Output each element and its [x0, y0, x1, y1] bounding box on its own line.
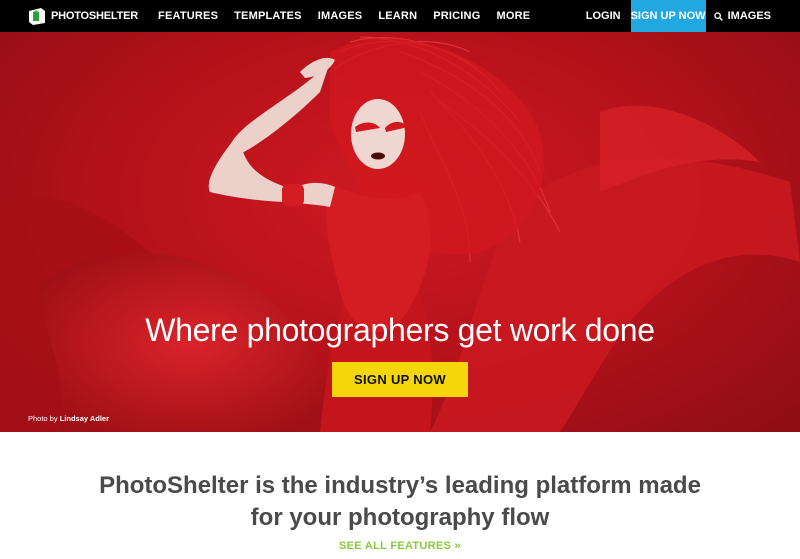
image-search-label: IMAGES: [727, 10, 771, 22]
login-link[interactable]: LOGIN: [586, 10, 621, 22]
search-icon: [713, 11, 723, 21]
intro-heading-line1: PhotoShelter is the industry’s leading p…: [99, 472, 701, 499]
photo-credit-name[interactable]: Lindsay Adler: [60, 414, 109, 423]
nav-signup-button[interactable]: SIGN UP NOW: [630, 0, 706, 32]
nav-link-pricing[interactable]: PRICING: [433, 10, 480, 22]
intro-heading: PhotoShelter is the industry’s leading p…: [0, 470, 800, 534]
photo-credit: Photo by Lindsay Adler: [28, 414, 109, 423]
nav-link-templates[interactable]: TEMPLATES: [234, 10, 302, 22]
top-navbar: PHOTOSHELTER FEATURES TEMPLATES IMAGES L…: [0, 0, 800, 32]
photo-credit-prefix: Photo by: [28, 414, 58, 423]
photoshelter-logo[interactable]: PHOTOSHELTER: [28, 0, 138, 32]
main-menu: FEATURES TEMPLATES IMAGES LEARN PRICING …: [158, 0, 546, 32]
nav-link-more[interactable]: MORE: [496, 10, 530, 22]
hero-headline: Where photographers get work done: [145, 312, 655, 348]
image-search-button[interactable]: IMAGES: [713, 10, 771, 22]
intro-heading-line2: for your photography flow: [250, 504, 550, 531]
photoshelter-logo-icon: [28, 7, 46, 25]
nav-link-images[interactable]: IMAGES: [318, 10, 363, 22]
nav-link-features[interactable]: FEATURES: [158, 10, 218, 22]
hero-banner: Where photographers get work done SIGN U…: [0, 32, 800, 432]
nav-link-learn[interactable]: LEARN: [378, 10, 417, 22]
hero-signup-button[interactable]: SIGN UP NOW: [332, 362, 468, 397]
see-all-features-link[interactable]: SEE ALL FEATURES »: [0, 540, 800, 552]
nav-right: LOGIN SIGN UP NOW IMAGES: [586, 0, 800, 32]
logo-text: PHOTOSHELTER: [51, 10, 139, 22]
